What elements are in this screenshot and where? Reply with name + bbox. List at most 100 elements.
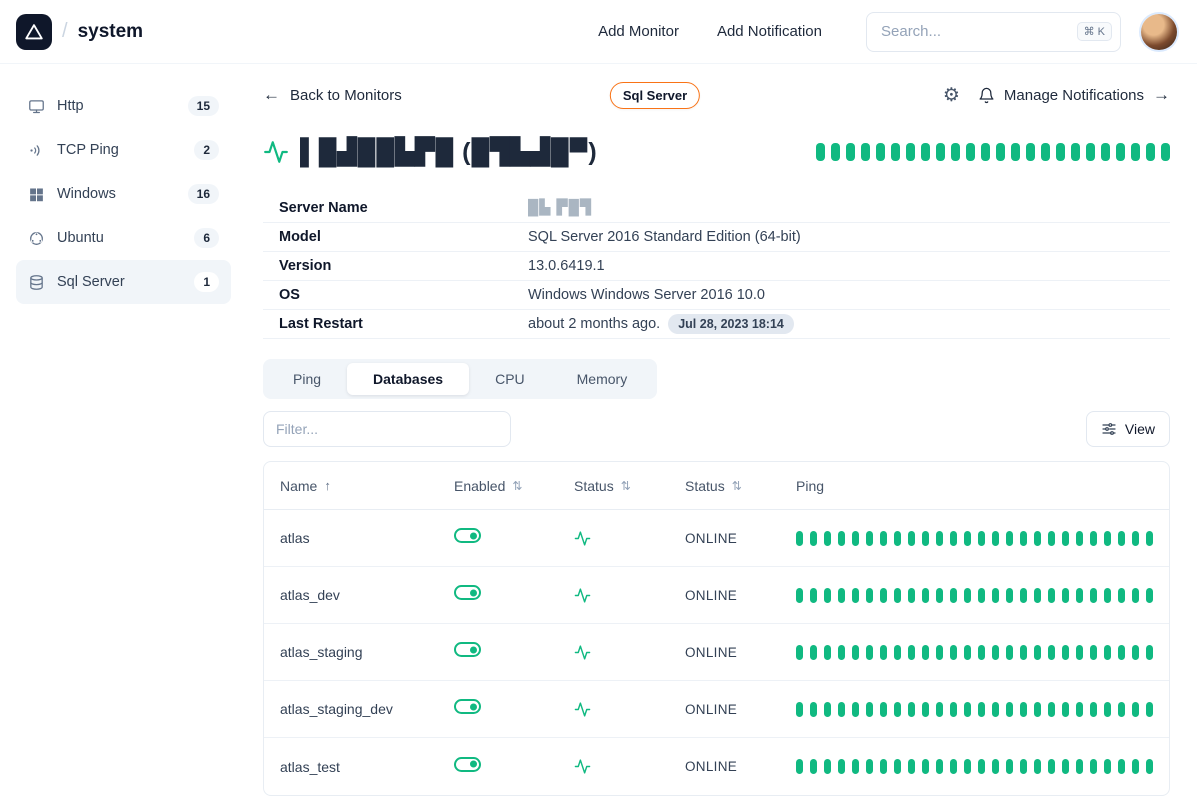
tab-ping[interactable]: Ping — [267, 363, 347, 395]
view-button[interactable]: View — [1086, 411, 1170, 447]
sidebar-item-label: Windows — [57, 186, 116, 202]
info-label: Last Restart — [279, 316, 528, 332]
header-nav: Add Monitor Add Notification — [598, 23, 822, 40]
ping-heartbeat-bars — [796, 588, 1153, 603]
table-row: atlas_test ONLINE — [264, 738, 1169, 795]
enabled-toggle[interactable] — [454, 585, 481, 600]
sort-icon: ⇅ — [512, 479, 522, 493]
sidebar-count-badge: 15 — [188, 96, 219, 116]
column-label: Name — [280, 478, 317, 494]
server-info-table: Server Name █▙ ▛█▜ Model SQL Server 2016… — [263, 194, 1170, 339]
monitor-topbar: ← Back to Monitors Sql Server ⚙ Manage N… — [263, 80, 1170, 110]
gear-icon[interactable]: ⚙ — [943, 86, 960, 105]
sort-icon: ⇅ — [732, 479, 742, 493]
status-text: ONLINE — [685, 702, 796, 717]
enabled-toggle[interactable] — [454, 528, 481, 543]
database-name: atlas_dev — [280, 587, 454, 603]
status-text: ONLINE — [685, 588, 796, 603]
column-header-name[interactable]: Name ↑ — [280, 478, 454, 494]
database-name: atlas — [280, 530, 454, 546]
info-row-last-restart: Last Restart about 2 months ago. Jul 28,… — [263, 310, 1170, 339]
add-monitor-link[interactable]: Add Monitor — [598, 23, 679, 40]
topbar-actions: ⚙ Manage Notifications → — [943, 85, 1170, 105]
sidebar-item-label: Http — [57, 98, 84, 114]
back-to-monitors-link[interactable]: ← Back to Monitors — [263, 85, 402, 105]
ping-heartbeat-bars — [796, 645, 1153, 660]
last-restart-date-badge: Jul 28, 2023 18:14 — [668, 314, 794, 334]
info-value: 13.0.6419.1 — [528, 258, 605, 274]
info-label: Version — [279, 258, 528, 274]
sidebar-item-http[interactable]: Http 15 — [16, 84, 231, 128]
databases-table: Name ↑ Enabled ⇅ Status ⇅ Status ⇅ — [263, 461, 1170, 796]
column-label: Status — [685, 478, 725, 494]
info-value-redacted: █▙ ▛█▜ — [528, 200, 592, 216]
breadcrumb-separator: / — [62, 20, 68, 43]
sort-icon: ⇅ — [621, 479, 631, 493]
sidebar-item-ubuntu[interactable]: Ubuntu 6 — [16, 216, 231, 260]
tab-databases[interactable]: Databases — [347, 363, 469, 395]
tab-memory[interactable]: Memory — [551, 363, 654, 395]
bell-icon — [978, 87, 995, 104]
manage-notifications-link[interactable]: Manage Notifications → — [978, 85, 1170, 105]
search-placeholder: Search... — [881, 23, 941, 40]
database-icon — [28, 274, 45, 291]
view-button-label: View — [1125, 421, 1155, 437]
search-input[interactable]: Search... ⌘ K — [866, 12, 1121, 52]
app-logo-icon — [16, 14, 52, 50]
table-toolbar: View — [263, 411, 1170, 447]
enabled-toggle[interactable] — [454, 642, 481, 657]
sidebar-count-badge: 2 — [194, 140, 219, 160]
column-header-enabled[interactable]: Enabled ⇅ — [454, 478, 574, 494]
brand[interactable]: / system — [16, 14, 143, 50]
table-header-row: Name ↑ Enabled ⇅ Status ⇅ Status ⇅ — [264, 462, 1169, 510]
info-value: about 2 months ago. Jul 28, 2023 18:14 — [528, 314, 794, 334]
table-row: atlas_staging ONLINE — [264, 624, 1169, 681]
sidebar-item-tcp-ping[interactable]: TCP Ping 2 — [16, 128, 231, 172]
table-row: atlas_staging_dev ONLINE — [264, 681, 1169, 738]
table-row: atlas ONLINE — [264, 510, 1169, 567]
sidebar-count-badge: 1 — [194, 272, 219, 292]
last-restart-relative: about 2 months ago. — [528, 316, 660, 332]
column-header-ping: Ping — [796, 478, 1153, 494]
detail-tabs: Ping Databases CPU Memory — [263, 359, 657, 399]
arrow-left-icon: ← — [263, 85, 280, 105]
db-table-body: atlas ONLINE atlas_dev ONLINE atlas_stag… — [264, 510, 1169, 795]
ping-heartbeat-bars — [796, 759, 1153, 774]
column-header-status-2[interactable]: Status ⇅ — [685, 478, 796, 494]
main-panel: ← Back to Monitors Sql Server ⚙ Manage N… — [247, 64, 1197, 800]
sidebar-item-windows[interactable]: Windows 16 — [16, 172, 231, 216]
avatar[interactable] — [1141, 14, 1177, 50]
column-label: Ping — [796, 478, 824, 494]
enabled-toggle[interactable] — [454, 699, 481, 714]
status-activity-icon — [574, 758, 685, 775]
back-link-label: Back to Monitors — [290, 87, 402, 104]
database-name: atlas_staging — [280, 644, 454, 660]
enabled-toggle[interactable] — [454, 757, 481, 772]
status-text: ONLINE — [685, 645, 796, 660]
workspace-title: system — [78, 21, 144, 43]
uptime-heartbeat-bars — [816, 143, 1170, 161]
sidebar-item-sql-server[interactable]: Sql Server 1 — [16, 260, 231, 304]
activity-icon — [263, 139, 289, 165]
status-activity-icon — [574, 587, 685, 604]
search-shortcut-kbd: ⌘ K — [1077, 22, 1112, 41]
tab-cpu[interactable]: CPU — [469, 363, 551, 395]
header: / system Add Monitor Add Notification Se… — [0, 0, 1197, 64]
ping-heartbeat-bars — [796, 531, 1153, 546]
sidebar: Http 15 TCP Ping 2 Windows 16 — [0, 64, 247, 800]
filter-input[interactable] — [263, 411, 511, 447]
info-label: Server Name — [279, 200, 528, 216]
monitor-icon — [28, 98, 45, 115]
column-header-status[interactable]: Status ⇅ — [574, 478, 685, 494]
sidebar-count-badge: 16 — [188, 184, 219, 204]
info-value: Windows Windows Server 2016 10.0 — [528, 287, 765, 303]
sidebar-item-label: Ubuntu — [57, 230, 104, 246]
info-value: SQL Server 2016 Standard Edition (64-bit… — [528, 229, 801, 245]
info-label: Model — [279, 229, 528, 245]
app-root: / system Add Monitor Add Notification Se… — [0, 0, 1197, 800]
monitor-type-badge: Sql Server — [610, 82, 700, 109]
status-activity-icon — [574, 644, 685, 661]
add-notification-link[interactable]: Add Notification — [717, 23, 822, 40]
sidebar-item-label: Sql Server — [57, 274, 125, 290]
signal-icon — [28, 142, 45, 159]
